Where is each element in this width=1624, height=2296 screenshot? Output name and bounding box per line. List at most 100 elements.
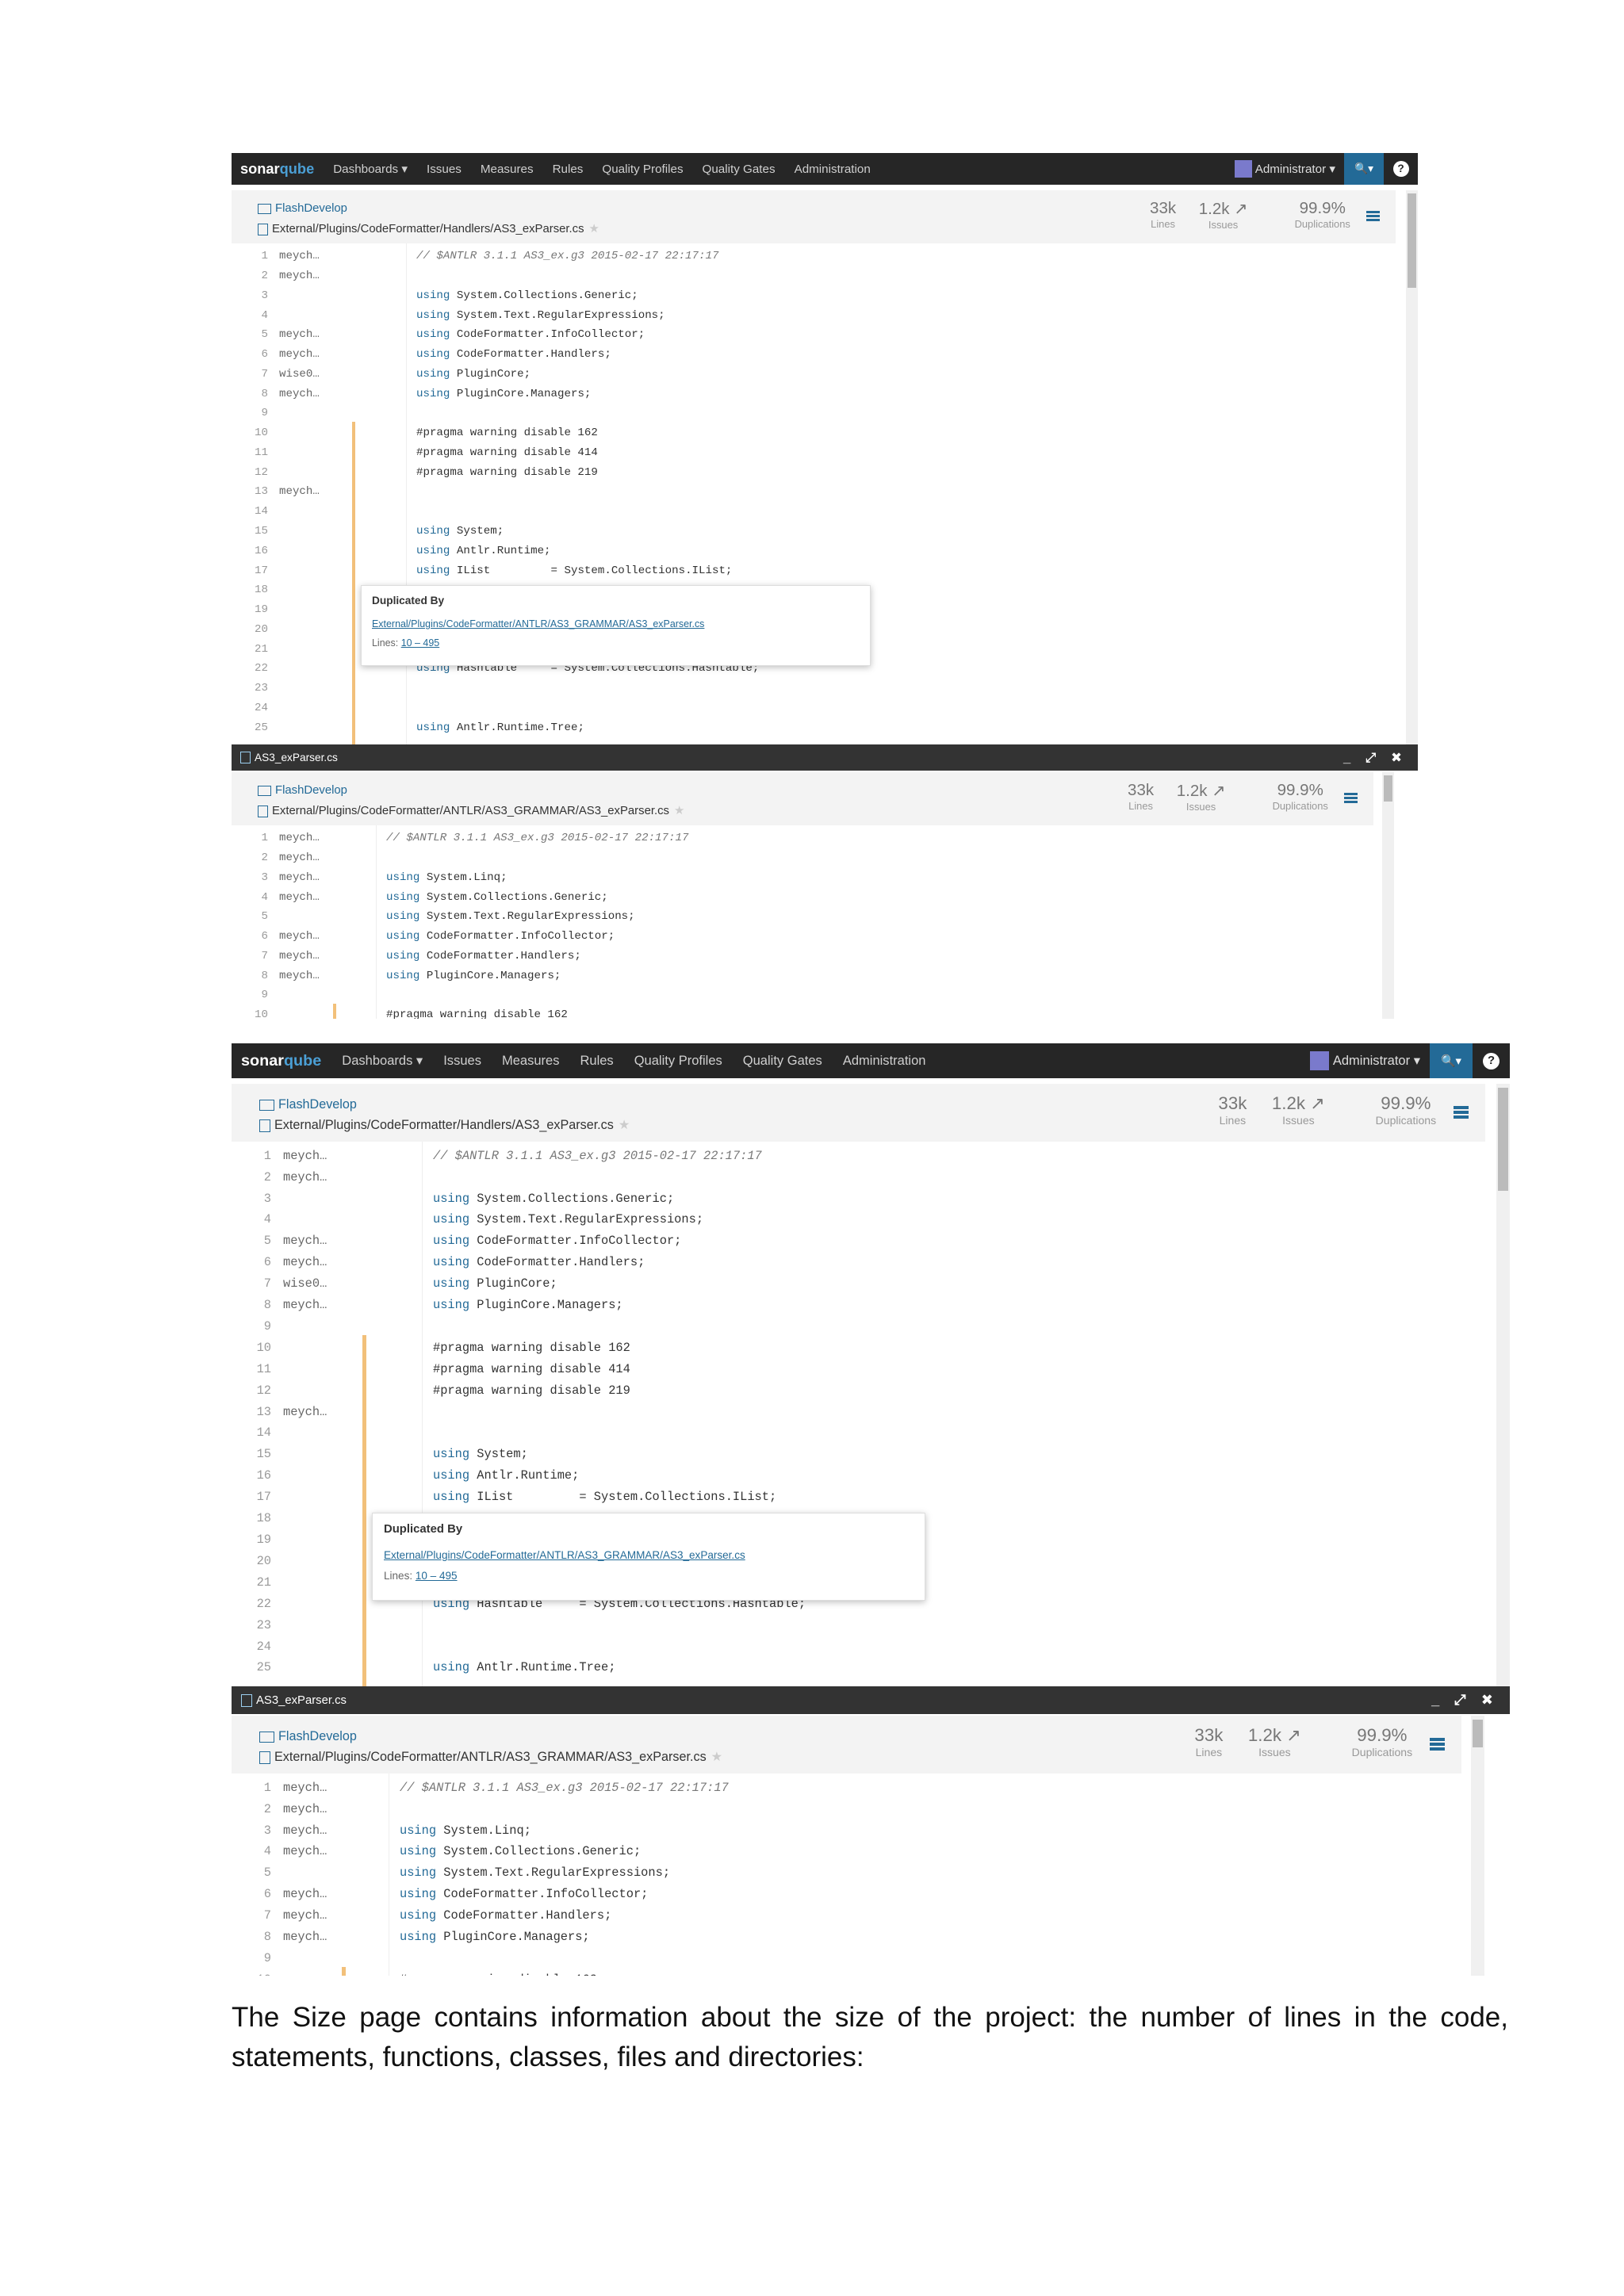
line-number[interactable]: 13 bbox=[232, 1402, 271, 1423]
line-number[interactable]: 20 bbox=[232, 620, 268, 640]
line-number[interactable]: 8 bbox=[232, 385, 268, 404]
scrollbar-thumb[interactable] bbox=[1473, 1720, 1483, 1747]
line-number[interactable]: 8 bbox=[232, 966, 268, 986]
nav-item-rules[interactable]: Rules bbox=[553, 163, 584, 176]
scm-author[interactable]: meych… bbox=[283, 1777, 327, 1799]
scm-author[interactable]: meych… bbox=[279, 828, 320, 848]
nav-item-dashboards[interactable]: Dashboards ▾ bbox=[342, 1053, 423, 1069]
scrollbar[interactable] bbox=[1496, 1084, 1510, 1686]
line-number[interactable]: 12 bbox=[232, 1380, 271, 1402]
metric-duplications[interactable]: 99.9% Duplications bbox=[1253, 781, 1347, 812]
nav-item-measures[interactable]: Measures bbox=[502, 1053, 560, 1069]
line-number[interactable]: 25 bbox=[232, 1657, 271, 1678]
search-icon[interactable]: 🔍▾ bbox=[1430, 1043, 1473, 1078]
line-number[interactable]: 21 bbox=[232, 1572, 271, 1594]
scm-author[interactable]: meych… bbox=[279, 888, 320, 908]
line-number[interactable]: 14 bbox=[232, 502, 268, 522]
metric-duplications[interactable]: 99.9% Duplications bbox=[1331, 1725, 1434, 1758]
scm-author[interactable]: meych… bbox=[283, 1905, 327, 1927]
line-number[interactable]: 4 bbox=[232, 306, 268, 326]
metric-issues[interactable]: 1.2k ↗ Issues bbox=[1270, 1093, 1327, 1127]
menu-icon[interactable] bbox=[1430, 1738, 1445, 1752]
nav-item-qualitygates[interactable]: Quality Gates bbox=[743, 1053, 822, 1069]
line-number[interactable]: 7 bbox=[232, 365, 268, 385]
favorite-star-icon[interactable]: ★ bbox=[619, 1118, 630, 1132]
user-menu[interactable]: Administrator ▾ bbox=[1234, 160, 1335, 178]
duplicate-file-link[interactable]: External/Plugins/CodeFormatter/ANTLR/AS3… bbox=[384, 1549, 745, 1561]
line-number[interactable]: 7 bbox=[232, 1273, 271, 1295]
line-number[interactable]: 5 bbox=[232, 907, 268, 927]
line-number[interactable]: 10 bbox=[232, 423, 268, 443]
line-number[interactable]: 5 bbox=[232, 1230, 271, 1252]
scm-author[interactable]: meych… bbox=[279, 266, 320, 286]
line-number[interactable]: 19 bbox=[232, 600, 268, 620]
scm-author[interactable]: meych… bbox=[279, 325, 320, 345]
scm-author[interactable]: meych… bbox=[283, 1146, 327, 1167]
menu-icon[interactable] bbox=[1454, 1106, 1469, 1120]
scm-author[interactable]: meych… bbox=[283, 1799, 327, 1820]
scm-author[interactable]: meych… bbox=[279, 385, 320, 404]
workspace-window-bar[interactable]: AS3_exParser.cs _ ⤢ ✖ bbox=[232, 1686, 1510, 1714]
user-menu[interactable]: Administrator ▾ bbox=[1309, 1051, 1420, 1070]
scm-author[interactable]: meych… bbox=[283, 1402, 327, 1423]
nav-item-issues[interactable]: Issues bbox=[443, 1053, 481, 1069]
line-number[interactable]: 9 bbox=[232, 985, 268, 1005]
scm-author[interactable]: meych… bbox=[279, 345, 320, 365]
line-number[interactable]: 9 bbox=[232, 1948, 271, 1969]
sonarqube-logo[interactable]: sonarqube bbox=[241, 1052, 321, 1070]
scm-author[interactable]: wise0… bbox=[279, 365, 320, 385]
metric-lines[interactable]: 33k Lines bbox=[1115, 781, 1166, 812]
line-number[interactable]: 3 bbox=[232, 1820, 271, 1842]
line-number[interactable]: 2 bbox=[232, 266, 268, 286]
project-link[interactable]: FlashDevelop bbox=[258, 202, 347, 215]
scrollbar-thumb[interactable] bbox=[1408, 193, 1416, 288]
nav-item-dashboards[interactable]: Dashboards ▾ bbox=[333, 162, 408, 176]
line-number[interactable]: 18 bbox=[232, 580, 268, 600]
line-number[interactable]: 14 bbox=[232, 1422, 271, 1444]
sonarqube-logo[interactable]: sonarqube bbox=[240, 160, 314, 178]
line-number[interactable]: 6 bbox=[232, 1884, 271, 1905]
favorite-star-icon[interactable]: ★ bbox=[674, 805, 684, 817]
lines-range-link[interactable]: 10 – 495 bbox=[416, 1570, 458, 1582]
line-number[interactable]: 4 bbox=[232, 888, 268, 908]
line-number[interactable]: 4 bbox=[232, 1841, 271, 1862]
lines-range-link[interactable]: 10 – 495 bbox=[401, 637, 439, 649]
metric-issues[interactable]: 1.2k ↗ Issues bbox=[1197, 199, 1249, 231]
help-icon[interactable]: ? bbox=[1384, 153, 1418, 185]
scrollbar-thumb[interactable] bbox=[1384, 775, 1392, 802]
line-number[interactable]: 4 bbox=[232, 1209, 271, 1230]
nav-item-qualitygates[interactable]: Quality Gates bbox=[703, 163, 776, 176]
line-number[interactable]: 15 bbox=[232, 522, 268, 541]
line-number[interactable]: 9 bbox=[232, 404, 268, 423]
metric-lines[interactable]: 33k Lines bbox=[1205, 1093, 1261, 1127]
scm-author[interactable]: meych… bbox=[283, 1841, 327, 1862]
scm-author[interactable]: wise0… bbox=[283, 1273, 327, 1295]
project-link[interactable]: FlashDevelop bbox=[259, 1729, 357, 1744]
line-number[interactable]: 1 bbox=[232, 247, 268, 266]
line-number[interactable]: 24 bbox=[232, 1636, 271, 1658]
scm-author[interactable]: meych… bbox=[283, 1230, 327, 1252]
metric-issues[interactable]: 1.2k ↗ Issues bbox=[1247, 1725, 1303, 1758]
line-number[interactable]: 10 bbox=[232, 1005, 268, 1019]
duplicate-file-link[interactable]: External/Plugins/CodeFormatter/ANTLR/AS3… bbox=[372, 618, 704, 629]
line-number[interactable]: 11 bbox=[232, 443, 268, 463]
line-number[interactable]: 1 bbox=[232, 828, 268, 848]
line-number[interactable]: 23 bbox=[232, 679, 268, 698]
scm-author[interactable]: meych… bbox=[279, 868, 320, 888]
line-number[interactable]: 6 bbox=[232, 1252, 271, 1273]
line-number[interactable]: 17 bbox=[232, 1487, 271, 1508]
metric-duplications[interactable]: 99.9% Duplications bbox=[1275, 199, 1369, 230]
line-number[interactable]: 1 bbox=[232, 1777, 271, 1799]
line-number[interactable]: 6 bbox=[232, 927, 268, 947]
scrollbar[interactable] bbox=[1471, 1716, 1484, 1976]
line-number[interactable]: 2 bbox=[232, 1799, 271, 1820]
line-number[interactable]: 18 bbox=[232, 1508, 271, 1529]
nav-item-administration[interactable]: Administration bbox=[843, 1053, 926, 1069]
line-number[interactable]: 19 bbox=[232, 1529, 271, 1551]
scm-author[interactable]: meych… bbox=[279, 482, 320, 502]
line-number[interactable]: 7 bbox=[232, 947, 268, 966]
workspace-window-bar[interactable]: AS3_exParser.cs _ ⤢ ✖ bbox=[232, 744, 1418, 771]
scrollbar[interactable] bbox=[1382, 772, 1394, 1019]
line-number[interactable]: 21 bbox=[232, 640, 268, 660]
help-icon[interactable]: ? bbox=[1473, 1043, 1510, 1078]
